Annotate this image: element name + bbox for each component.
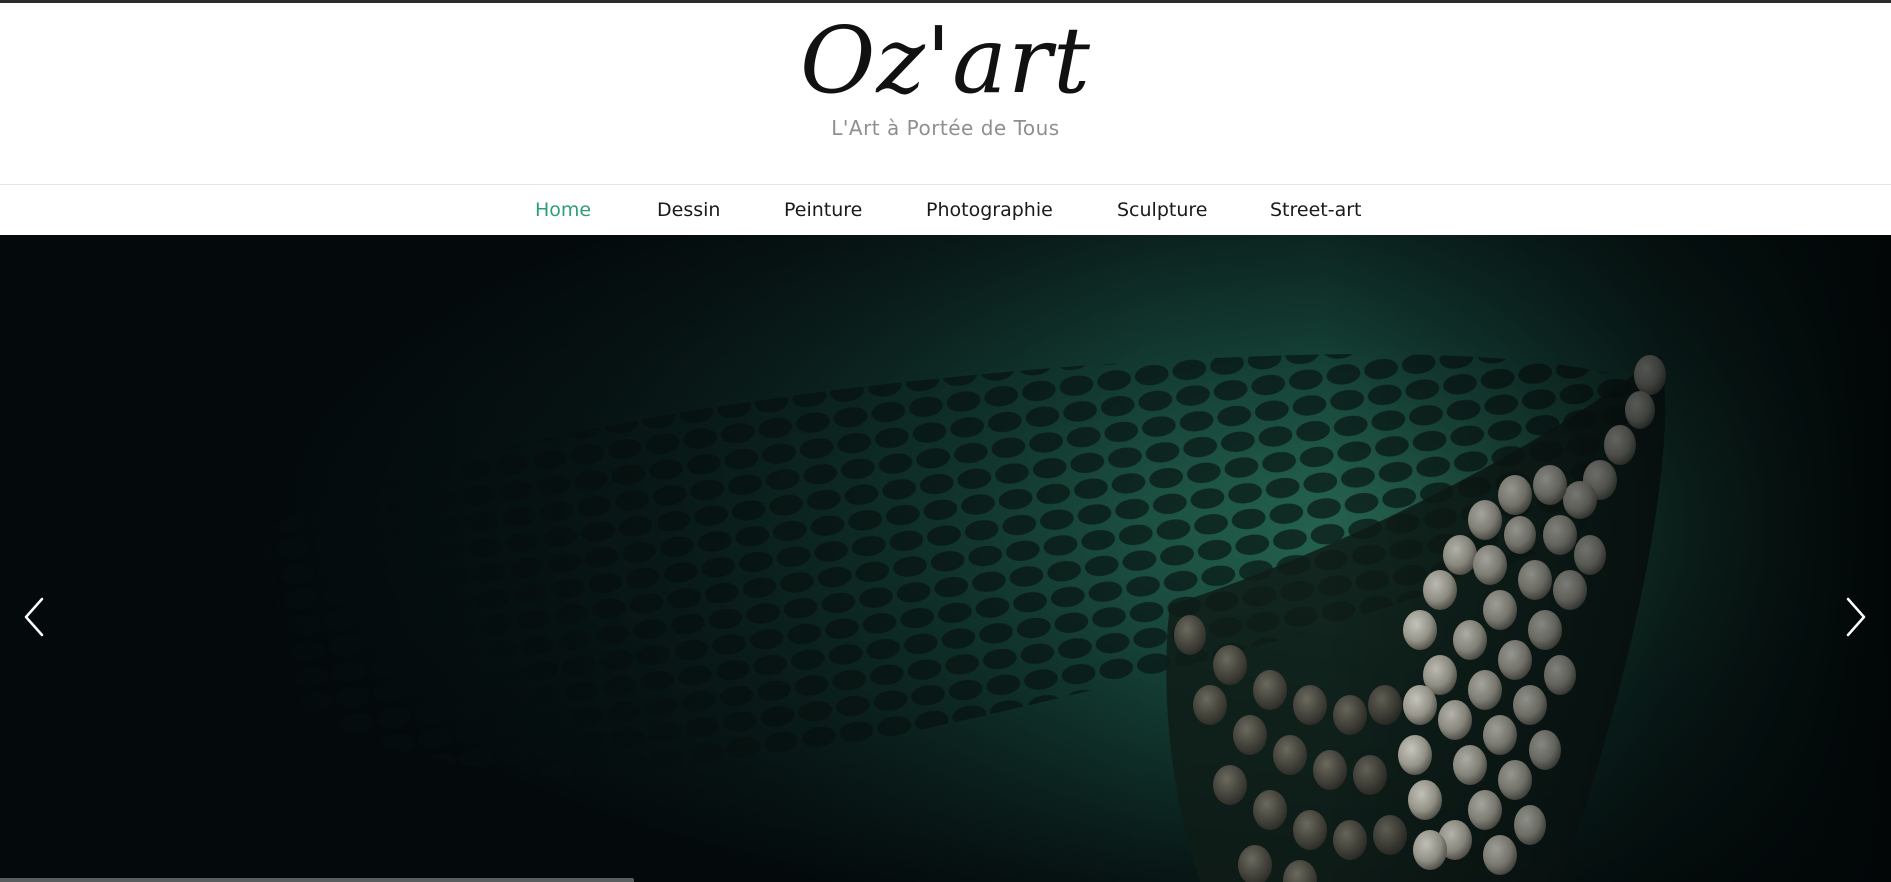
site-title[interactable]: Oz'art — [0, 9, 1891, 113]
hero-slider — [0, 235, 1891, 882]
slider-progress-bar — [0, 878, 634, 882]
nav-item-home[interactable]: Home — [535, 185, 591, 235]
nav-item-photographie[interactable]: Photographie — [926, 185, 1053, 235]
site-tagline: L'Art à Portée de Tous — [831, 116, 1060, 140]
nav-item-sculpture[interactable]: Sculpture — [1117, 185, 1207, 235]
nav-item-peinture[interactable]: Peinture — [784, 185, 862, 235]
chevron-left-icon — [24, 597, 44, 637]
main-nav: Home Dessin Peinture Photographie Sculpt… — [0, 184, 1891, 235]
nav-item-street-art[interactable]: Street-art — [1270, 185, 1362, 235]
slider-prev-button[interactable] — [16, 591, 52, 643]
nav-item-dessin[interactable]: Dessin — [657, 185, 720, 235]
slider-next-button[interactable] — [1838, 591, 1874, 643]
site-header: Oz'art L'Art à Portée de Tous — [0, 3, 1891, 184]
hero-slide-image — [0, 235, 1891, 882]
chevron-right-icon — [1846, 597, 1866, 637]
